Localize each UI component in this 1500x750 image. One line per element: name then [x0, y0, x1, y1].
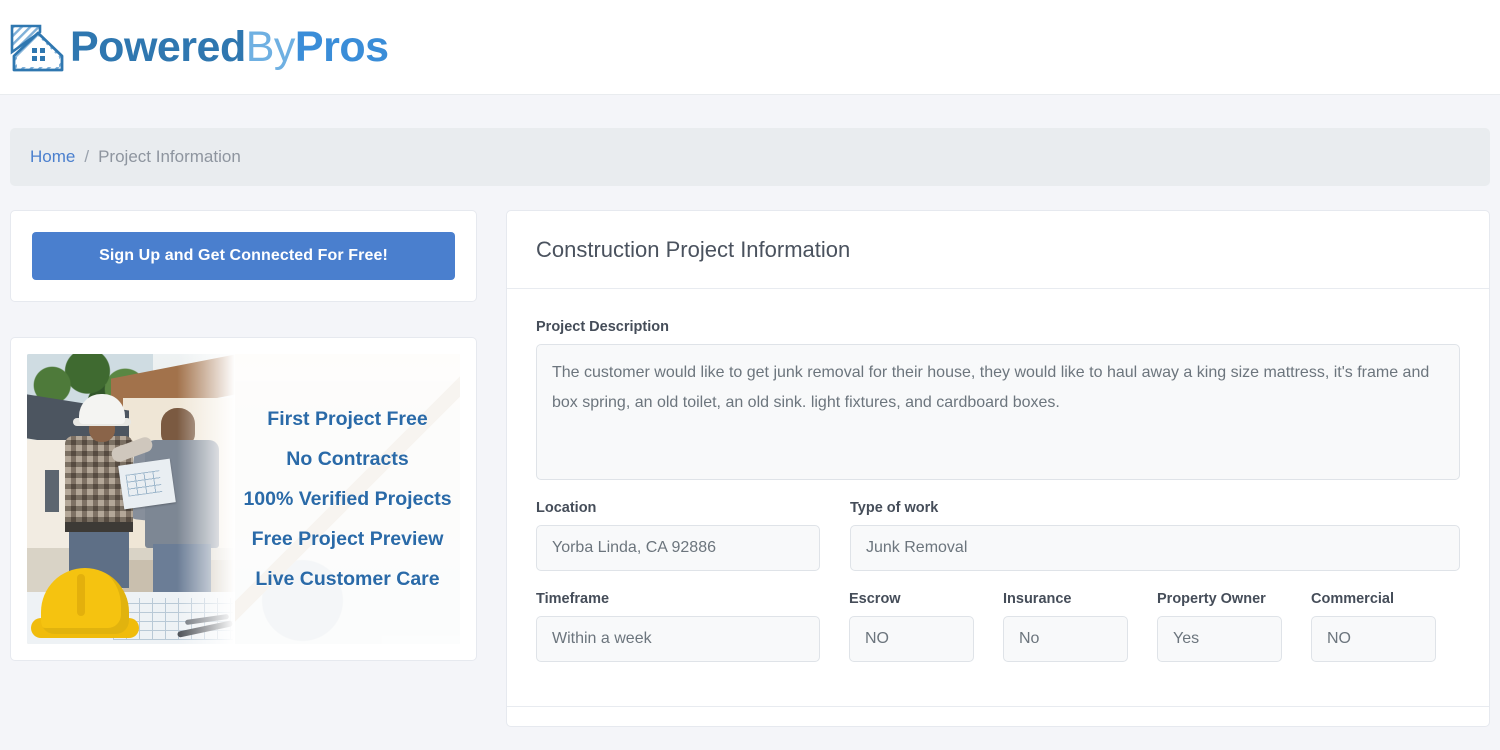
promo-line-2: No Contracts: [286, 447, 409, 470]
breadcrumb-wrapper: Home / Project Information: [0, 95, 1500, 186]
type-of-work-value[interactable]: Junk Removal: [850, 525, 1460, 571]
promo-card: First Project Free No Contracts 100% Ver…: [10, 337, 477, 661]
sidebar: Sign Up and Get Connected For Free! Firs…: [10, 210, 477, 661]
project-information-card: Construction Project Information Project…: [506, 210, 1490, 727]
signup-card: Sign Up and Get Connected For Free!: [10, 210, 477, 302]
commercial-value[interactable]: NO: [1311, 616, 1436, 662]
label-project-description: Project Description: [536, 319, 669, 335]
field-location: Location Yorba Linda, CA 92886: [536, 500, 820, 571]
breadcrumb-separator: /: [84, 147, 90, 166]
form-row-location: Location Yorba Linda, CA 92886 Type of w…: [536, 500, 1460, 571]
breadcrumb-current: Project Information: [98, 147, 241, 166]
breadcrumb-link-home[interactable]: Home: [30, 147, 75, 167]
brand-wordmark: PoweredByPros: [70, 22, 389, 71]
label-type-of-work: Type of work: [850, 500, 939, 516]
field-property-owner: Property Owner Yes: [1157, 591, 1282, 662]
main-content: Construction Project Information Project…: [506, 210, 1490, 727]
promo-text-panel: First Project Free No Contracts 100% Ver…: [235, 354, 460, 644]
promo-line-1: First Project Free: [267, 407, 428, 430]
promo-line-4: Free Project Preview: [251, 527, 444, 550]
property-owner-value[interactable]: Yes: [1157, 616, 1282, 662]
brand-logo[interactable]: PoweredByPros: [10, 20, 389, 74]
breadcrumb: Home / Project Information: [10, 128, 1490, 186]
location-value[interactable]: Yorba Linda, CA 92886: [536, 525, 820, 571]
field-type-of-work: Type of work Junk Removal: [850, 500, 1460, 571]
label-commercial: Commercial: [1311, 591, 1395, 607]
project-form: Project Description The customer would l…: [507, 289, 1489, 706]
promo-banner[interactable]: First Project Free No Contracts 100% Ver…: [27, 354, 460, 644]
brand-word-powered: Powered: [70, 22, 246, 71]
page-title: Construction Project Information: [507, 211, 1489, 289]
label-property-owner: Property Owner: [1157, 591, 1266, 607]
label-location: Location: [536, 500, 597, 516]
brand-word-pros: Pros: [294, 22, 389, 71]
page-layout: Sign Up and Get Connected For Free! Firs…: [0, 186, 1500, 727]
promo-photo: [27, 354, 235, 644]
promo-line-3: 100% Verified Projects: [243, 487, 452, 510]
site-header: PoweredByPros: [0, 0, 1500, 95]
escrow-value[interactable]: NO: [849, 616, 974, 662]
field-insurance: Insurance No: [1003, 591, 1128, 662]
label-timeframe: Timeframe: [536, 591, 610, 607]
field-commercial: Commercial NO: [1311, 591, 1436, 662]
signup-button[interactable]: Sign Up and Get Connected For Free!: [32, 232, 455, 280]
label-insurance: Insurance: [1003, 591, 1072, 607]
form-row-details: Timeframe Within a week Escrow NO Insura…: [536, 591, 1460, 662]
label-escrow: Escrow: [849, 591, 901, 607]
house-roof-icon: [10, 24, 64, 72]
project-description-value[interactable]: The customer would like to get junk remo…: [536, 344, 1460, 480]
insurance-value[interactable]: No: [1003, 616, 1128, 662]
field-timeframe: Timeframe Within a week: [536, 591, 820, 662]
timeframe-value[interactable]: Within a week: [536, 616, 820, 662]
brand-word-by: By: [245, 22, 296, 71]
field-escrow: Escrow NO: [849, 591, 974, 662]
card-section-divider: [507, 706, 1489, 726]
field-project-description: Project Description The customer would l…: [536, 319, 1460, 480]
form-bottom-spacer: [536, 662, 1460, 706]
promo-line-5: Live Customer Care: [255, 567, 440, 590]
